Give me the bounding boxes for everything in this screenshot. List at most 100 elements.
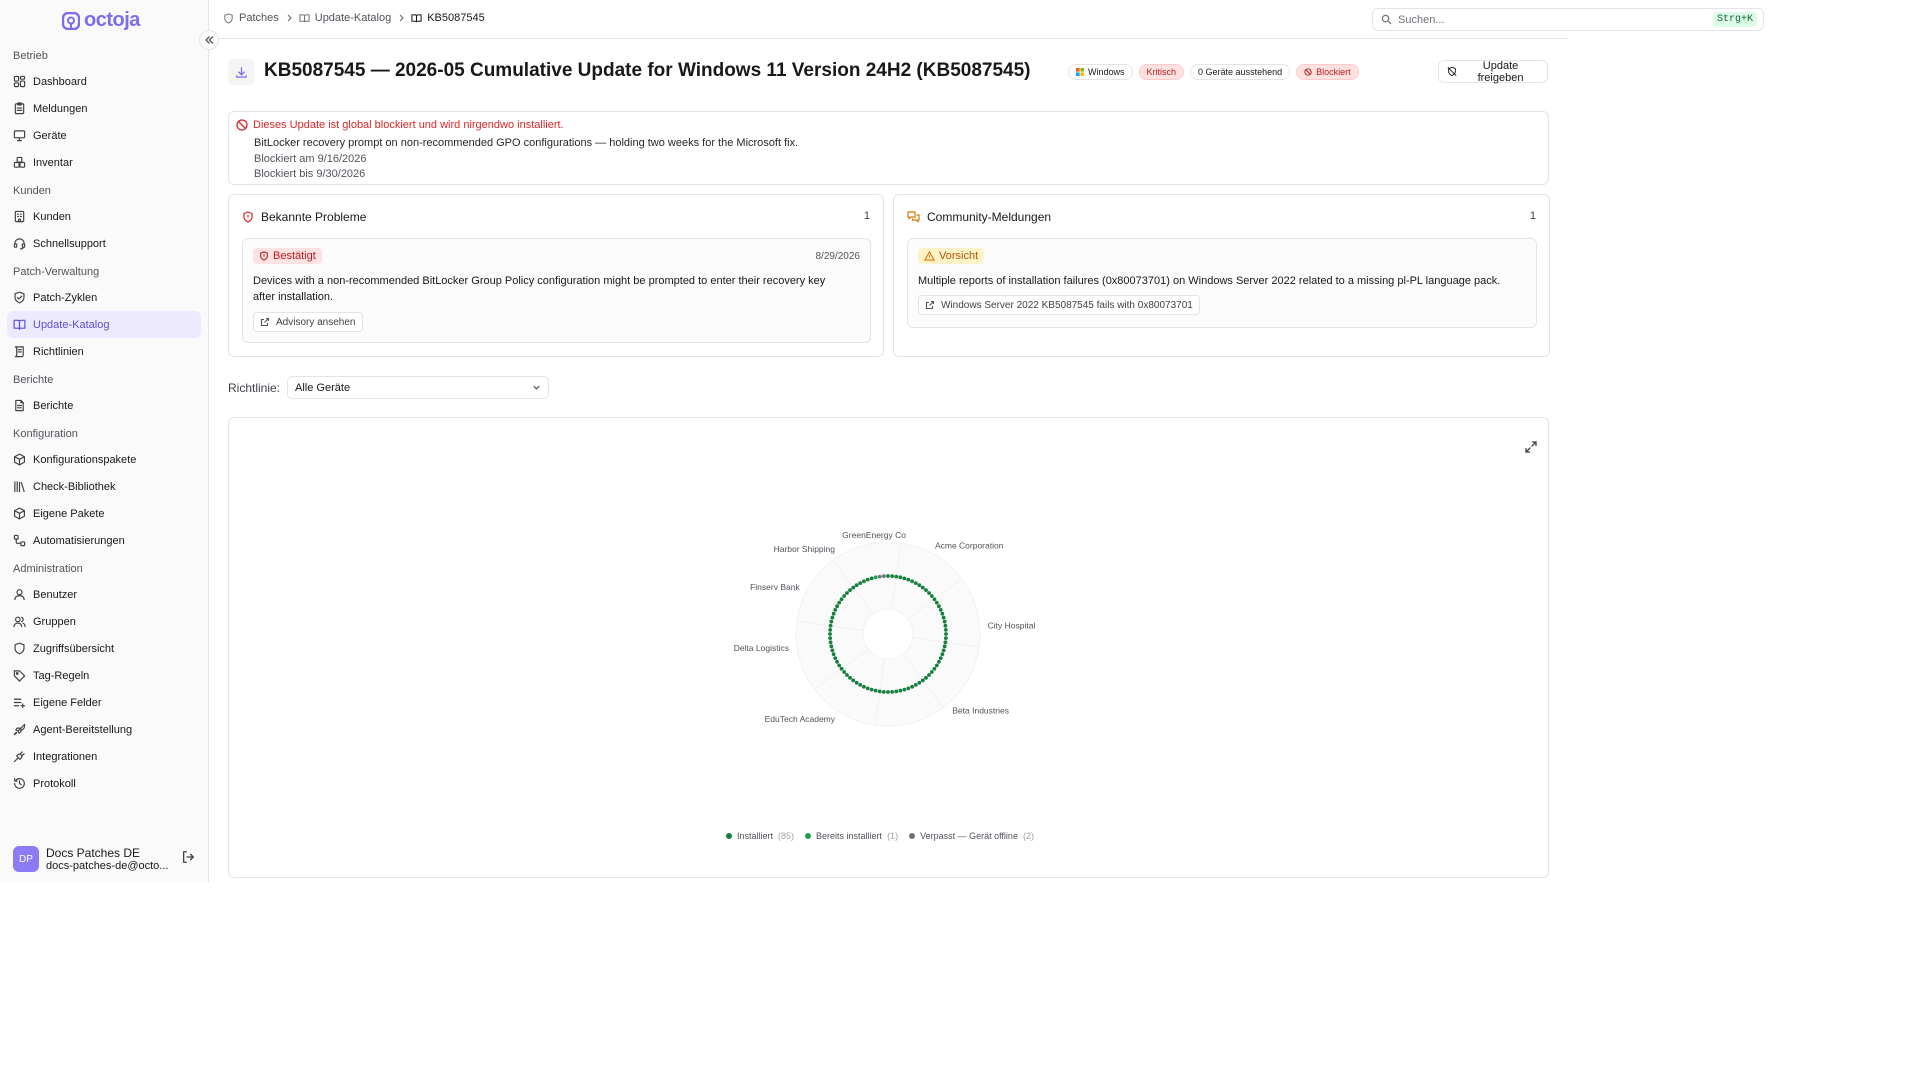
sidebar-item-label: Schnellsupport bbox=[33, 237, 106, 250]
library-icon bbox=[13, 480, 26, 493]
advisory-link[interactable]: Advisory ansehen bbox=[253, 312, 363, 332]
sidebar-item-label: Agent-Bereitstellung bbox=[33, 723, 133, 736]
legend-label: Bereits installiert bbox=[816, 831, 883, 841]
device-dot bbox=[848, 675, 852, 680]
main-content: KB5087545 — 2026-05 Cumulative Update fo… bbox=[209, 39, 1568, 882]
shield-off-icon bbox=[1447, 66, 1457, 77]
device-dot bbox=[839, 666, 844, 671]
device-dot bbox=[829, 644, 834, 649]
community-reports-card: Community-Meldungen 1 Vorsicht Multiple … bbox=[893, 194, 1550, 357]
alert-blocked-until: Blockiert bis 9/30/2026 bbox=[254, 168, 366, 180]
nav-section-title: Konfiguration bbox=[13, 428, 78, 440]
sidebar-item-benutzer[interactable]: Benutzer bbox=[7, 581, 201, 608]
sidebar-item-zugriffsübersicht[interactable]: Zugriffsübersicht bbox=[7, 635, 201, 662]
device-dot bbox=[828, 636, 833, 641]
sidebar-item-meldungen[interactable]: Meldungen bbox=[7, 95, 201, 122]
sidebar-item-dashboard[interactable]: Dashboard bbox=[7, 68, 201, 95]
deployment-chart-card: Acme Corporation City Hospital Beta Indust… bbox=[228, 417, 1549, 878]
sidebar-item-label: Zugriffsübersicht bbox=[33, 642, 115, 655]
boxes-icon bbox=[13, 156, 26, 169]
users-icon bbox=[13, 615, 26, 628]
user-menu[interactable]: DP Docs Patches DE docs-patches-de@octo.… bbox=[0, 836, 208, 882]
device-dot bbox=[828, 627, 833, 632]
device-dot bbox=[886, 690, 890, 694]
sidebar-item-konfigurationspakete[interactable]: Konfigurationspakete bbox=[7, 446, 201, 473]
clipboard-icon bbox=[13, 102, 26, 115]
device-dot bbox=[865, 577, 870, 582]
logout-icon[interactable] bbox=[181, 850, 195, 864]
search-input[interactable] bbox=[1398, 13, 1518, 26]
device-dot bbox=[929, 594, 934, 598]
device-dot bbox=[929, 670, 934, 674]
release-update-button[interactable]: Update freigeben bbox=[1438, 60, 1548, 84]
device-dot bbox=[877, 689, 882, 694]
advisory-link-label: Advisory ansehen bbox=[276, 316, 356, 328]
sidebar-item-automatisierungen[interactable]: Automatisierungen bbox=[7, 527, 201, 554]
plug-icon bbox=[13, 750, 26, 763]
book-open-icon bbox=[13, 318, 26, 331]
device-dot bbox=[848, 588, 852, 593]
device-dot bbox=[941, 615, 946, 620]
sidebar-item-protokoll[interactable]: Protokoll bbox=[7, 770, 201, 797]
sidebar-item-label: Geräte bbox=[33, 129, 67, 142]
sidebar-item-berichte[interactable]: Berichte bbox=[7, 392, 201, 419]
status-badge-label: Blockiert bbox=[1316, 67, 1351, 77]
policy-select[interactable]: Alle Geräte bbox=[287, 376, 550, 399]
breadcrumb-update-katalog[interactable]: Update-Katalog bbox=[299, 12, 391, 24]
monitor-icon bbox=[13, 129, 26, 142]
legend-count: (85) bbox=[778, 831, 795, 841]
sidebar-item-tag-regeln[interactable]: Tag-Regeln bbox=[7, 662, 201, 689]
device-dot bbox=[920, 678, 925, 683]
device-dot bbox=[845, 591, 849, 595]
legend-item[interactable]: Verpasst — Gerät offline (2) bbox=[909, 831, 1034, 841]
community-report-link[interactable]: Windows Server 2022 KB5087545 fails with… bbox=[918, 295, 1200, 315]
avatar: DP bbox=[13, 846, 39, 872]
nav-section-title: Berichte bbox=[13, 374, 54, 386]
sidebar-item-patch-zyklen[interactable]: Patch-Zyklen bbox=[7, 284, 201, 311]
collapse-sidebar-button[interactable] bbox=[199, 30, 219, 50]
chart-legend: Installiert (85) Bereits installiert (1)… bbox=[726, 831, 1034, 841]
sidebar-item-richtlinien[interactable]: Richtlinien bbox=[7, 338, 201, 365]
sidebar-item-label: Meldungen bbox=[33, 102, 88, 115]
alert-blocked-on: Blockiert am 9/16/2026 bbox=[254, 153, 367, 165]
sidebar-item-geräte[interactable]: Geräte bbox=[7, 122, 201, 149]
category-label: Finserv Bank bbox=[750, 582, 800, 592]
device-dot bbox=[837, 600, 842, 605]
sidebar-item-schnellsupport[interactable]: Schnellsupport bbox=[7, 230, 201, 257]
breadcrumb-patches[interactable]: Patches bbox=[223, 12, 279, 24]
legend-item[interactable]: Installiert (85) bbox=[726, 831, 794, 841]
sidebar-item-agent-bereitstellung[interactable]: Agent-Bereitstellung bbox=[7, 716, 201, 743]
warning-icon bbox=[924, 251, 935, 261]
sidebar-item-integrationen[interactable]: Integrationen bbox=[7, 743, 201, 770]
book-open-icon bbox=[299, 13, 310, 22]
sidebar-item-gruppen[interactable]: Gruppen bbox=[7, 608, 201, 635]
community-text: Multiple reports of installation failure… bbox=[918, 275, 1501, 287]
sidebar-item-eigene-pakete[interactable]: Eigene Pakete bbox=[7, 500, 201, 527]
sidebar-item-kunden[interactable]: Kunden bbox=[7, 203, 201, 230]
legend-item[interactable]: Bereits installiert (1) bbox=[805, 831, 898, 841]
device-dot bbox=[932, 597, 937, 602]
sidebar-item-update-katalog[interactable]: Update-Katalog bbox=[7, 311, 201, 338]
search-box[interactable]: Strg+K bbox=[1372, 8, 1764, 31]
sidebar-item-eigene-felder[interactable]: Eigene Felder bbox=[7, 689, 201, 716]
sidebar-item-inventar[interactable]: Inventar bbox=[7, 149, 201, 176]
device-dot bbox=[924, 588, 928, 593]
nav-section-title: Kunden bbox=[13, 185, 51, 197]
chevron-down-icon bbox=[533, 385, 540, 390]
device-dot bbox=[835, 659, 839, 664]
search-icon bbox=[1381, 14, 1392, 25]
brand-logo[interactable]: octoja bbox=[62, 9, 140, 32]
sidebar-item-check-bibliothek[interactable]: Check-Bibliothek bbox=[7, 473, 201, 500]
known-issues-card: Bekannte Probleme 1 Bestätigt 8/29/2026 … bbox=[228, 194, 884, 357]
sidebar-item-label: Konfigurationspakete bbox=[33, 453, 137, 466]
device-dot bbox=[910, 579, 914, 584]
device-dot bbox=[910, 684, 914, 689]
device-dot bbox=[898, 575, 903, 580]
device-dot bbox=[831, 611, 836, 616]
issue-date: 8/29/2026 bbox=[815, 251, 861, 262]
user-name: Docs Patches DE bbox=[46, 846, 141, 860]
device-dot bbox=[828, 632, 832, 636]
device-dot bbox=[934, 600, 939, 605]
nav-section-title: Betrieb bbox=[13, 50, 48, 62]
legend-swatch bbox=[805, 833, 812, 839]
